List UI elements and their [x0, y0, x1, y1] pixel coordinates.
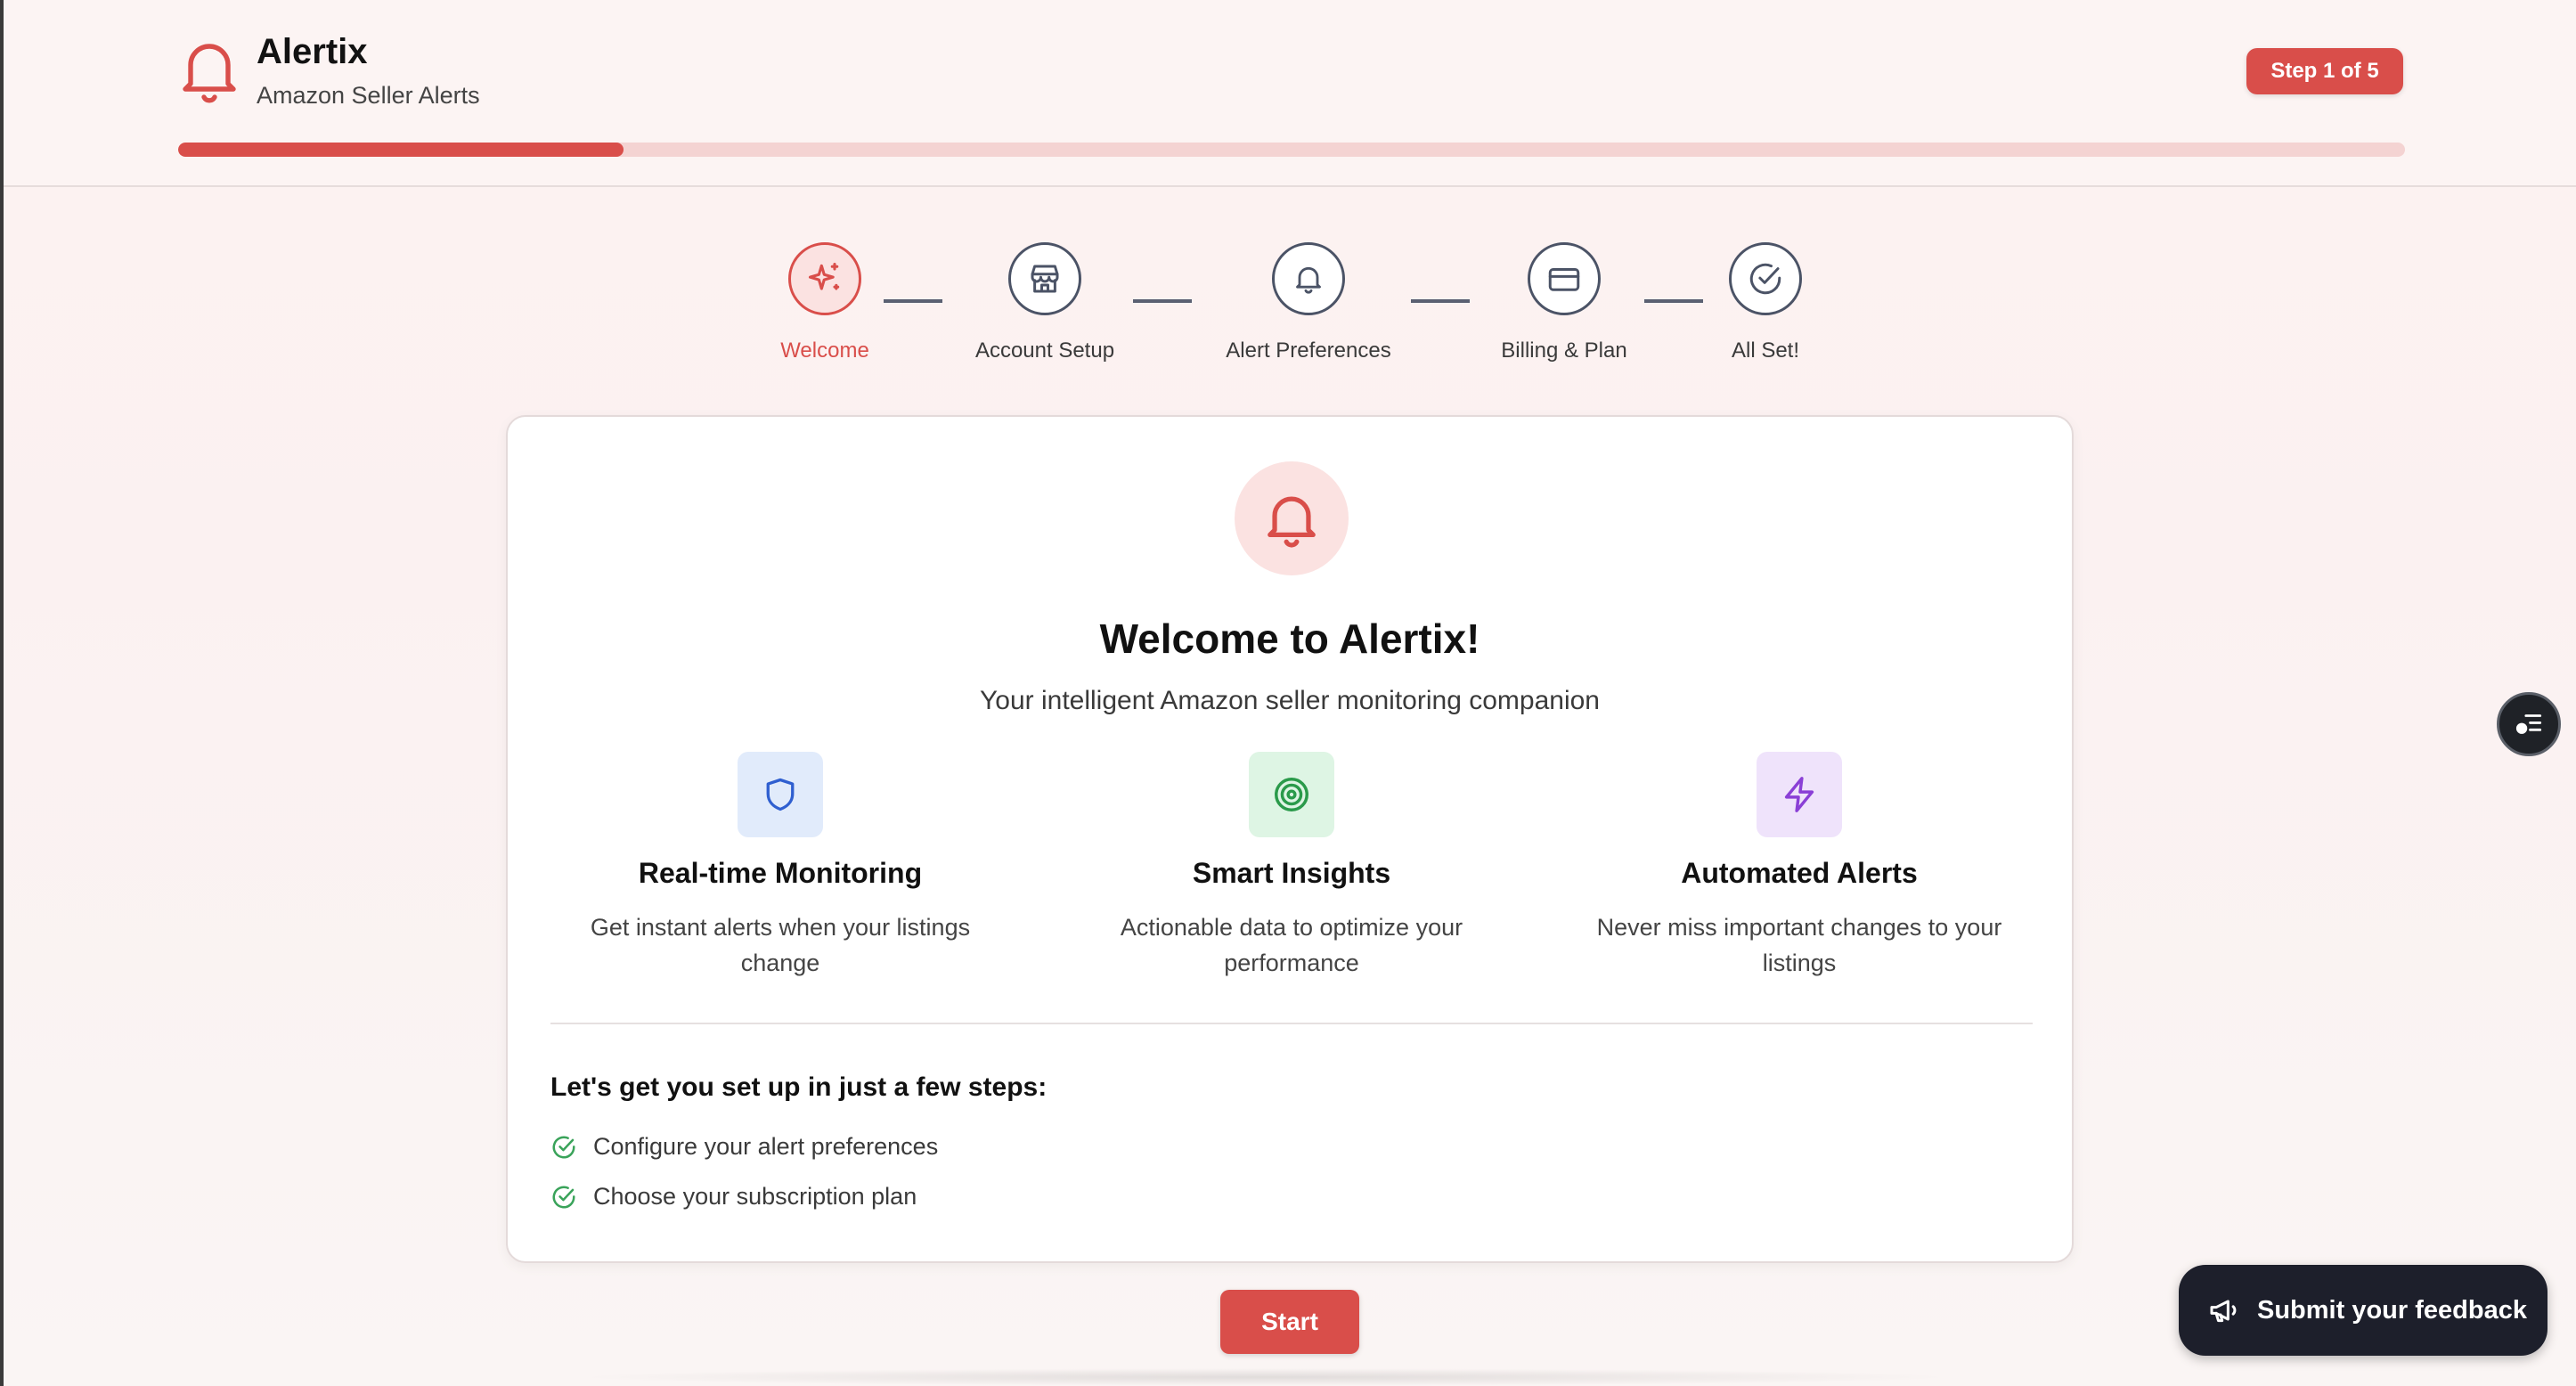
step-label-all-set: All Set! [1731, 338, 1800, 363]
step-connector [884, 299, 942, 303]
app-subtitle: Amazon Seller Alerts [257, 82, 480, 109]
divider [550, 1023, 2033, 1024]
step-alert-preferences[interactable]: Alert Preferences [1217, 242, 1400, 363]
bell-icon [1268, 496, 1316, 548]
check-circle-icon [1749, 263, 1781, 295]
step-account-setup[interactable]: Account Setup [969, 242, 1121, 363]
step-billing-plan[interactable]: Billing & Plan [1493, 242, 1635, 363]
feature-title: Automated Alerts [1681, 857, 1918, 889]
step-connector [1133, 299, 1192, 303]
shield-icon [766, 778, 795, 811]
megaphone-icon [2210, 1300, 2237, 1323]
welcome-title: Welcome to Alertix! [1099, 616, 1480, 662]
setup-item: Configure your alert preferences [550, 1133, 938, 1161]
check-circle-icon [552, 1186, 575, 1208]
feature-icon-badge [738, 752, 823, 837]
feedback-label: Submit your feedback [2257, 1295, 2527, 1325]
feature-description: Actionable data to optimize your perform… [1120, 914, 1463, 976]
feature-real-time-monitoring: Real-time Monitoring Get instant alerts … [549, 752, 1012, 981]
setup-item-label: Configure your alert preferences [593, 1133, 939, 1160]
bell-icon [1296, 266, 1321, 294]
lightning-icon [1784, 777, 1814, 812]
assistant-widget-button[interactable] [2497, 692, 2561, 756]
feature-title: Real-time Monitoring [638, 857, 923, 889]
submit-feedback-button[interactable]: Submit your feedback [2179, 1265, 2547, 1356]
feature-description: Never miss important changes to your lis… [1596, 914, 2002, 976]
step-connector [1411, 299, 1470, 303]
feature-title: Smart Insights [1192, 857, 1391, 889]
bell-icon [183, 44, 236, 103]
setup-item: Choose your subscription plan [550, 1183, 917, 1211]
step-label-account-setup: Account Setup [974, 338, 1115, 363]
window-edge [0, 0, 4, 1386]
setup-item-label: Choose your subscription plan [593, 1183, 917, 1210]
sparkles-icon [808, 262, 840, 290]
step-all-set[interactable]: All Set! [1724, 242, 1806, 363]
feature-icon-badge [1757, 752, 1842, 837]
step-label-billing-plan: Billing & Plan [1501, 338, 1627, 363]
step-label-alert-preferences: Alert Preferences [1226, 338, 1391, 363]
start-button[interactable]: Start [1220, 1290, 1359, 1354]
check-circle-icon [552, 1136, 575, 1158]
welcome-subtitle: Your intelligent Amazon seller monitorin… [980, 686, 1600, 715]
feature-smart-insights: Smart Insights Actionable data to optimi… [1060, 752, 1523, 981]
step-label-welcome: Welcome [780, 338, 869, 363]
welcome-card: Welcome to Alertix! Your intelligent Ama… [506, 415, 2074, 1263]
step-welcome[interactable]: Welcome [779, 242, 871, 363]
bottom-shadow [570, 1368, 1960, 1386]
feature-icon-badge [1249, 752, 1334, 837]
credit-card-icon [1548, 268, 1580, 291]
target-icon [1275, 778, 1308, 811]
app-title: Alertix [257, 32, 368, 71]
step-connector [1644, 299, 1703, 303]
progress-fill [178, 143, 624, 157]
store-icon [1031, 265, 1059, 293]
list-settings-icon [2515, 714, 2542, 734]
progress-bar [178, 143, 2405, 157]
hero-icon-badge [1235, 461, 1349, 575]
step-badge: Step 1 of 5 [2246, 48, 2403, 94]
app-header: Alertix Amazon Seller Alerts Step 1 of 5 [4, 0, 2576, 187]
setup-heading: Let's get you set up in just a few steps… [550, 1072, 1048, 1102]
feature-automated-alerts: Automated Alerts Never miss important ch… [1568, 752, 2031, 981]
feature-description: Get instant alerts when your listings ch… [590, 914, 971, 976]
